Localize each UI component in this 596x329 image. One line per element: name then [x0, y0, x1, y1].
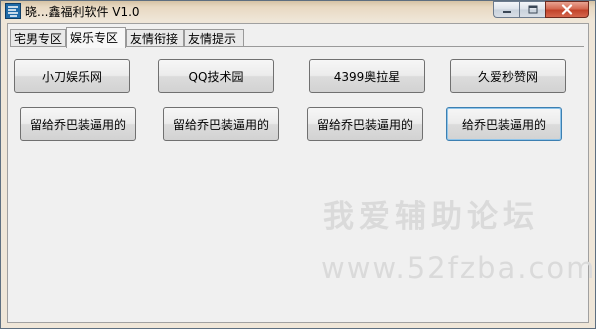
- watermark-url: www.52fzba.com: [321, 251, 596, 285]
- app-window: 晓...鑫福利软件 V1.0 宅男专区 娱乐专区 友情衔接 友情提示 小刀娱乐网…: [0, 0, 596, 329]
- tab-label: 友情衔接: [130, 32, 179, 46]
- tab-label: 宅男专区: [14, 32, 63, 46]
- window-title: 晓...鑫福利软件 V1.0: [25, 5, 140, 19]
- tab-friendly-tips[interactable]: 友情提示: [184, 29, 244, 47]
- custom-button-2[interactable]: 留给乔巴装逼用的: [163, 107, 279, 141]
- tab-otaku-zone[interactable]: 宅男专区: [10, 29, 66, 47]
- button-label: 4399奥拉星: [333, 69, 401, 84]
- button-label: 久爱秒赞网: [477, 69, 538, 84]
- window-controls: [493, 1, 589, 19]
- watermark-site-name: 我爱辅助论坛: [323, 199, 539, 235]
- link-button-jiuai[interactable]: 久爱秒赞网: [450, 59, 566, 93]
- close-icon: [561, 4, 573, 15]
- maximize-button[interactable]: [519, 1, 545, 18]
- tab-entertainment-zone[interactable]: 娱乐专区: [66, 27, 126, 48]
- link-button-xiaodao[interactable]: 小刀娱乐网: [14, 59, 130, 93]
- tab-label: 友情提示: [188, 32, 237, 46]
- tab-label: 娱乐专区: [70, 31, 119, 45]
- minimize-button[interactable]: [493, 1, 519, 18]
- link-button-qq-tech[interactable]: QQ技术园: [158, 59, 274, 93]
- button-label: 留给乔巴装逼用的: [29, 117, 126, 132]
- button-label: 留给乔巴装逼用的: [316, 117, 413, 132]
- minimize-icon: [502, 10, 511, 13]
- custom-button-4[interactable]: 给乔巴装逼用的: [446, 107, 562, 141]
- button-label: 小刀娱乐网: [41, 69, 102, 84]
- maximize-icon: [528, 5, 537, 14]
- button-label: 留给乔巴装逼用的: [172, 117, 269, 132]
- tab-friend-links[interactable]: 友情衔接: [126, 29, 184, 47]
- app-icon: [5, 3, 21, 19]
- button-label: 给乔巴装逼用的: [461, 117, 546, 132]
- button-label: QQ技术园: [188, 69, 244, 84]
- title-bar[interactable]: 晓...鑫福利软件 V1.0: [1, 1, 595, 23]
- link-button-4399[interactable]: 4399奥拉星: [309, 59, 425, 93]
- custom-button-3[interactable]: 留给乔巴装逼用的: [307, 107, 423, 141]
- custom-button-1[interactable]: 留给乔巴装逼用的: [20, 107, 136, 141]
- close-button[interactable]: [545, 1, 589, 18]
